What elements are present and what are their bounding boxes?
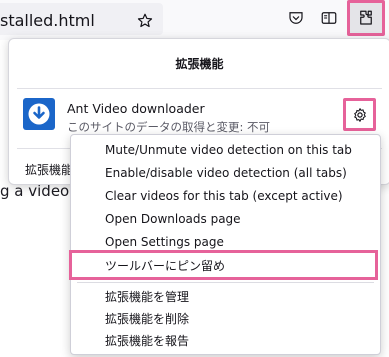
reader-sidebar-icon[interactable]	[320, 9, 338, 27]
bookmark-star-icon[interactable]	[136, 12, 154, 30]
puzzle-icon	[360, 10, 372, 25]
extension-permission: このサイトのデータの取得と変更: 不可	[67, 120, 271, 134]
panel-divider	[17, 88, 382, 89]
menu-item-report-extension[interactable]: 拡張機能を報告	[105, 332, 189, 349]
extensions-button[interactable]	[347, 0, 385, 36]
extension-settings-button[interactable]	[343, 98, 376, 131]
menu-item-pin-to-toolbar[interactable]: ツールバーにピン留め	[105, 257, 225, 274]
menu-item-clear-videos[interactable]: Clear videos for this tab (except active…	[105, 189, 343, 203]
download-arrow-icon	[28, 103, 50, 125]
menu-item-open-downloads[interactable]: Open Downloads page	[105, 212, 241, 226]
pocket-icon[interactable]	[287, 9, 305, 27]
extension-name[interactable]: Ant Video downloader	[67, 101, 205, 116]
menu-divider	[77, 282, 374, 283]
panel-title: 拡張機能	[175, 57, 224, 71]
extension-context-menu: Mute/Unmute video detection on this tab …	[69, 134, 381, 355]
menu-item-manage-extension[interactable]: 拡張機能を管理	[105, 288, 189, 305]
menu-item-enable-disable[interactable]: Enable/disable video detection (all tabs…	[105, 166, 347, 180]
menu-item-mute-unmute[interactable]: Mute/Unmute video detection on this tab	[105, 143, 352, 157]
extension-icon[interactable]	[23, 98, 55, 130]
manage-extensions-link[interactable]: 拡張機能	[25, 161, 73, 178]
url-bar[interactable]: stalled.html	[0, 3, 163, 35]
url-text[interactable]: stalled.html	[0, 11, 95, 30]
gear-icon	[354, 108, 366, 122]
browser-toolbar: stalled.html	[0, 0, 389, 40]
menu-item-remove-extension[interactable]: 拡張機能を削除	[105, 310, 189, 327]
menu-item-open-settings[interactable]: Open Settings page	[105, 235, 224, 249]
